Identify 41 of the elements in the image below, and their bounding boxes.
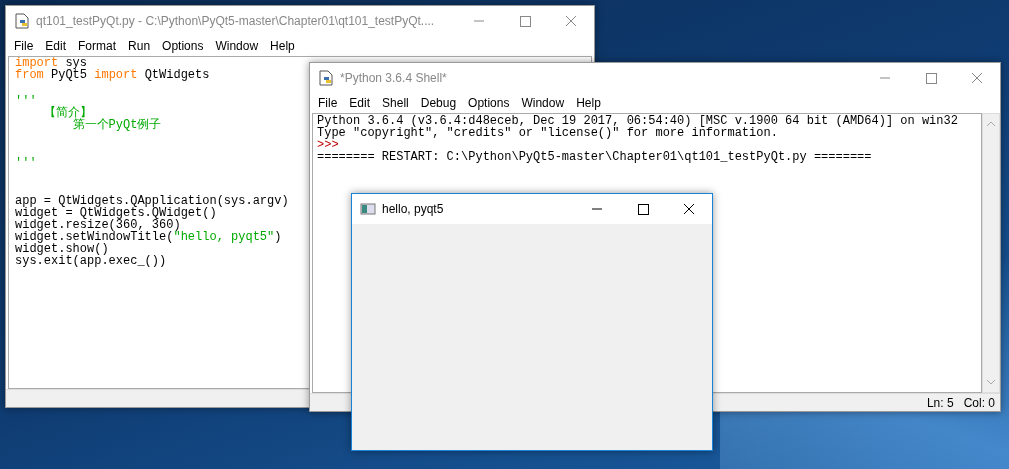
menu-item[interactable]: Window (209, 39, 265, 53)
menu-item[interactable]: File (8, 39, 40, 53)
menu-item[interactable]: Debug (414, 96, 463, 110)
menu-item[interactable]: Run (122, 39, 157, 53)
menu-item[interactable]: Format (72, 39, 123, 53)
line-number-status: Ln: 5 (926, 395, 954, 410)
window-title: *Python 3.6.4 Shell* (340, 71, 448, 85)
code-line: from PyQt5 import QtWidgets (15, 69, 210, 81)
column-status: Col: 0 (963, 395, 995, 410)
shell-line: ======== RESTART: C:\Python\PyQt5-master\Chapter01\qt101_testPyQt.py ======== (317, 151, 872, 163)
menu-item[interactable]: Window (515, 96, 571, 110)
menu-item[interactable]: Edit (39, 39, 73, 53)
code-line: app = QtWidgets.QApplication(sys.argv) (15, 195, 289, 207)
window-icon (360, 201, 376, 217)
vertical-scrollbar[interactable] (982, 113, 1000, 393)
window-title: hello, pyqt5 (382, 202, 445, 216)
menu-item[interactable]: File (312, 96, 344, 110)
code-line: widget.setWindowTitle("hello, pyqt5") (15, 231, 282, 243)
menu-item[interactable]: Options (462, 96, 516, 110)
code-line: 第一个PyQt例子 (71, 119, 162, 131)
python-file-icon (14, 13, 30, 29)
scroll-down-icon[interactable] (986, 378, 996, 386)
python-file-icon (318, 70, 334, 86)
scroll-up-icon[interactable] (986, 120, 996, 128)
code-line: import sys (15, 57, 88, 69)
code-line: widget.show() (15, 243, 109, 255)
menu-item[interactable]: Options (156, 39, 210, 53)
shell-line: >>> (317, 139, 339, 151)
code-line: ''' (15, 95, 37, 107)
code-line: ''' (15, 157, 37, 169)
menu-item[interactable]: Edit (343, 96, 377, 110)
code-line: sys.exit(app.exec_()) (15, 255, 167, 267)
code-line: 【简介】 (42, 107, 92, 119)
code-line: widget.resize(360, 360) (15, 219, 181, 231)
code-line: widget = QtWidgets.QWidget() (15, 207, 217, 219)
menu-item[interactable]: Help (570, 96, 607, 110)
shell-line: Type "copyright", "credits" or "license()" for more information. (317, 127, 778, 139)
menu-item[interactable]: Help (264, 39, 301, 53)
shell-line: Python 3.6.4 (v3.6.4:d48eceb, Dec 19 2017, 06:54:40) [MSC v.1900 64 bit (AMD64)] on win32 (317, 115, 958, 127)
menu-item[interactable]: Shell (376, 96, 415, 110)
window-title: qt101_testPyQt.py - C:\Python\PyQt5-master\Chapter01\qt101_testPyQt.... (36, 14, 436, 28)
